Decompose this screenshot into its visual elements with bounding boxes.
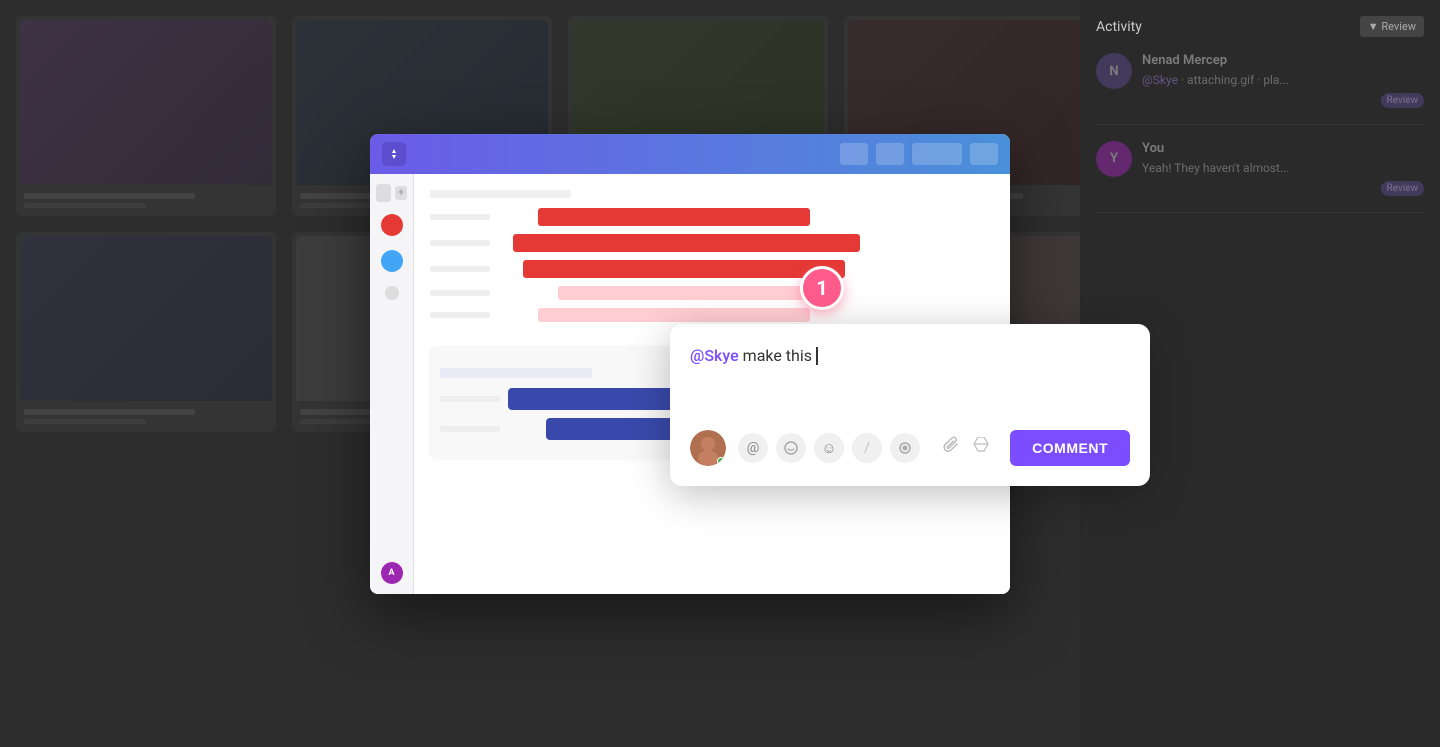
sidebar-small-dot — [385, 286, 399, 300]
notification-badge[interactable]: 1 — [800, 266, 844, 310]
item-meta: Review — [1142, 181, 1424, 196]
sidebar-tools-row: + — [370, 184, 413, 202]
badge-count: 1 — [816, 276, 827, 300]
comment-input-text: make this — [739, 346, 816, 365]
task-label — [440, 396, 500, 402]
item-content: You Yeah! They haven't almost... Review — [1142, 141, 1424, 196]
app-logo — [382, 142, 406, 166]
gantt-bar-red — [538, 208, 811, 226]
gantt-bar-red — [523, 260, 845, 278]
sidebar-icon — [376, 184, 391, 202]
attach-icon[interactable] — [942, 436, 960, 459]
main-modal: + A — [370, 134, 1070, 614]
panel-header: Activity ▼ Review — [1096, 16, 1424, 37]
task-label — [430, 312, 490, 318]
review-badge: Review — [1381, 93, 1425, 108]
comment-input[interactable]: @Skye make this — [690, 344, 1130, 414]
comment-button[interactable]: COMMENT — [1010, 430, 1130, 466]
comment-panel: @Skye make this @ — [670, 324, 1150, 486]
bg-item — [16, 232, 276, 432]
commenter-avatar — [690, 430, 726, 466]
gantt-row — [430, 286, 994, 300]
panel-item: N Nenad Mercep @Skye · attaching.gif · p… — [1096, 53, 1424, 125]
gantt-header-label — [430, 190, 571, 198]
task-label — [430, 290, 490, 296]
panel-filter[interactable]: ▼ Review — [1360, 16, 1424, 37]
comment-text: Yeah! They haven't almost... — [1142, 160, 1424, 177]
user-name: You — [1142, 141, 1424, 156]
task-label — [430, 214, 490, 220]
toolbar-btn-1 — [840, 143, 868, 165]
gantt-bar-light-red — [538, 308, 811, 322]
review-badge: Review — [1381, 181, 1425, 196]
gantt-row — [430, 208, 994, 226]
toolbar-btn-4 — [970, 143, 998, 165]
gantt-row — [430, 260, 994, 278]
slash-command-icon[interactable]: / — [852, 433, 882, 463]
bg-item — [16, 16, 276, 216]
comment-toolbar: @ ☺ / — [690, 430, 1130, 466]
sidebar-blue-dot — [381, 250, 403, 272]
toolbar-icons: @ ☺ / — [738, 433, 930, 463]
toolbar-btn-2 — [876, 143, 904, 165]
gantt-bar-red — [513, 234, 860, 252]
task-label — [430, 266, 490, 272]
item-meta: Review — [1142, 93, 1424, 108]
sidebar-red-dot — [381, 214, 403, 236]
panel-item: Y You Yeah! They haven't almost... Revie… — [1096, 141, 1424, 213]
gantt-blue-header — [440, 368, 592, 378]
gantt-bar-light-red — [558, 286, 806, 300]
avatar: N — [1096, 53, 1132, 89]
item-content: Nenad Mercep @Skye · attaching.gif · pla… — [1142, 53, 1424, 108]
task-label — [440, 426, 500, 432]
app-toolbar — [840, 143, 998, 165]
text-cursor — [816, 347, 818, 365]
gantt-red-section — [430, 190, 994, 322]
gantt-row — [430, 308, 994, 322]
record-icon[interactable] — [890, 433, 920, 463]
panel-title: Activity — [1096, 19, 1142, 35]
emoji-icon[interactable]: ☺ — [814, 433, 844, 463]
app-sidebar: + A — [370, 174, 414, 594]
sidebar-add-icon: + — [395, 186, 407, 200]
mention-icon[interactable]: @ — [738, 433, 768, 463]
mention-text: @Skye — [690, 346, 739, 365]
gantt-row — [430, 234, 994, 252]
avatar: Y — [1096, 141, 1132, 177]
attachment-icons — [942, 436, 998, 459]
task-label — [430, 240, 490, 246]
user-avatar-sidebar: A — [381, 562, 403, 584]
app-header — [370, 134, 1010, 174]
mention: @Skye — [1142, 73, 1178, 87]
google-drive-icon[interactable] — [972, 437, 990, 459]
comment-text: @Skye · attaching.gif · pla... — [1142, 72, 1424, 89]
online-indicator — [717, 457, 725, 465]
toolbar-btn-3 — [912, 143, 962, 165]
user-name: Nenad Mercep — [1142, 53, 1424, 68]
sticker-icon[interactable] — [776, 433, 806, 463]
